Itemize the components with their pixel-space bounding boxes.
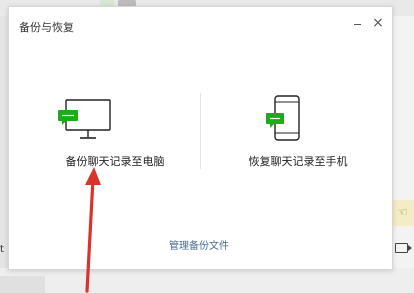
red-annotation-arrow	[85, 167, 101, 293]
phone-chat-icon	[259, 94, 309, 150]
background-bottom-area	[0, 268, 414, 293]
backup-to-pc-label: 备份聊天记录至电脑	[65, 155, 165, 168]
manage-backup-files-link[interactable]: 管理备份文件	[169, 237, 229, 252]
background-sticker: ☜	[391, 200, 414, 226]
minimize-icon	[354, 24, 361, 25]
sticker-glyph: ☜	[397, 205, 408, 219]
backup-restore-dialog: 备份与恢复 × 备份聊天记录至电脑 恢复聊天记录至手机 管理备份文件	[8, 6, 393, 270]
background-bottom-left	[0, 276, 45, 293]
restore-to-phone-option[interactable]: 恢复聊天记录至手机	[214, 92, 384, 182]
dialog-title: 备份与恢复	[19, 21, 74, 34]
minimize-button[interactable]	[351, 17, 365, 31]
option-divider	[200, 93, 201, 169]
restore-to-phone-label: 恢复聊天记录至手机	[248, 155, 348, 168]
close-button[interactable]: ×	[371, 16, 385, 30]
background-text: t	[0, 244, 4, 255]
video-call-icon[interactable]	[395, 243, 412, 253]
monitor-chat-icon	[56, 98, 116, 148]
